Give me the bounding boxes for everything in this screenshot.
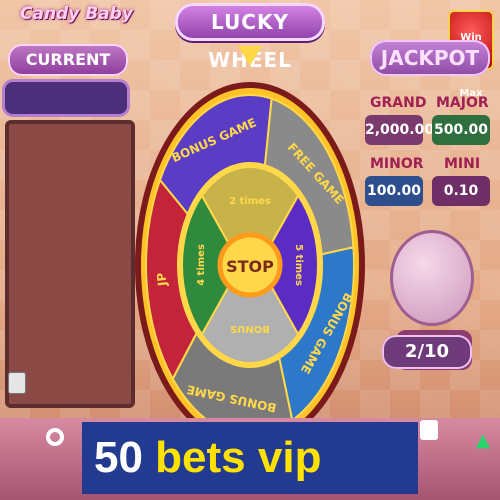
wheel-graphic: BONUS GAME FREE GAMEBONUS GAMEBONUS GAMEJ… — [135, 82, 365, 440]
jackpot-title: JACKPOT — [370, 40, 490, 76]
lucky-wheel: BONUS GAME FREE GAME BONUS GAME BONUS GAME J… — [130, 40, 370, 440]
inner-segment-label: 5 times — [293, 244, 304, 286]
inner-segment-label: BONUS — [230, 323, 270, 334]
gumball-machine-globe — [390, 230, 474, 326]
game-logo-title: Candy Baby — [20, 4, 133, 24]
outer-segment-label: JP — [154, 272, 169, 288]
wheel-pointer-icon — [238, 46, 262, 66]
wifi-signal-icon: ▲ — [476, 430, 490, 451]
menu-icon[interactable] — [8, 372, 26, 394]
inner-segment-label: 4 times — [196, 244, 207, 286]
grand-label: GRAND — [370, 95, 427, 111]
major-label: MAJOR — [436, 95, 489, 111]
left-board — [5, 120, 135, 408]
current-win-label: CURRENT WIN — [8, 44, 128, 101]
info-icon[interactable] — [420, 420, 438, 440]
mini-value: 0.10 — [432, 176, 490, 206]
watermark-caption: 50 bets vip — [82, 422, 418, 494]
watermark-number: 50 — [94, 433, 143, 482]
watermark-text: bets vip — [142, 433, 322, 482]
spin-counter: 2/10 — [382, 335, 472, 369]
minor-value: 100.00 — [365, 176, 423, 206]
current-win-display — [5, 82, 127, 114]
gear-icon[interactable] — [46, 428, 64, 446]
minor-label: MINOR — [370, 156, 424, 172]
inner-segment-label: 2 times — [229, 196, 271, 207]
mini-label: MINI — [444, 156, 481, 172]
stop-button-label[interactable]: STOP — [226, 257, 274, 276]
lucky-wheel-banner: LUCKY WHEEL — [175, 3, 325, 72]
left-panel: Candy Baby CURRENT WIN — [0, 0, 135, 420]
major-value: 500.00 — [432, 115, 490, 145]
grand-value: 2,000.00 — [365, 115, 434, 145]
